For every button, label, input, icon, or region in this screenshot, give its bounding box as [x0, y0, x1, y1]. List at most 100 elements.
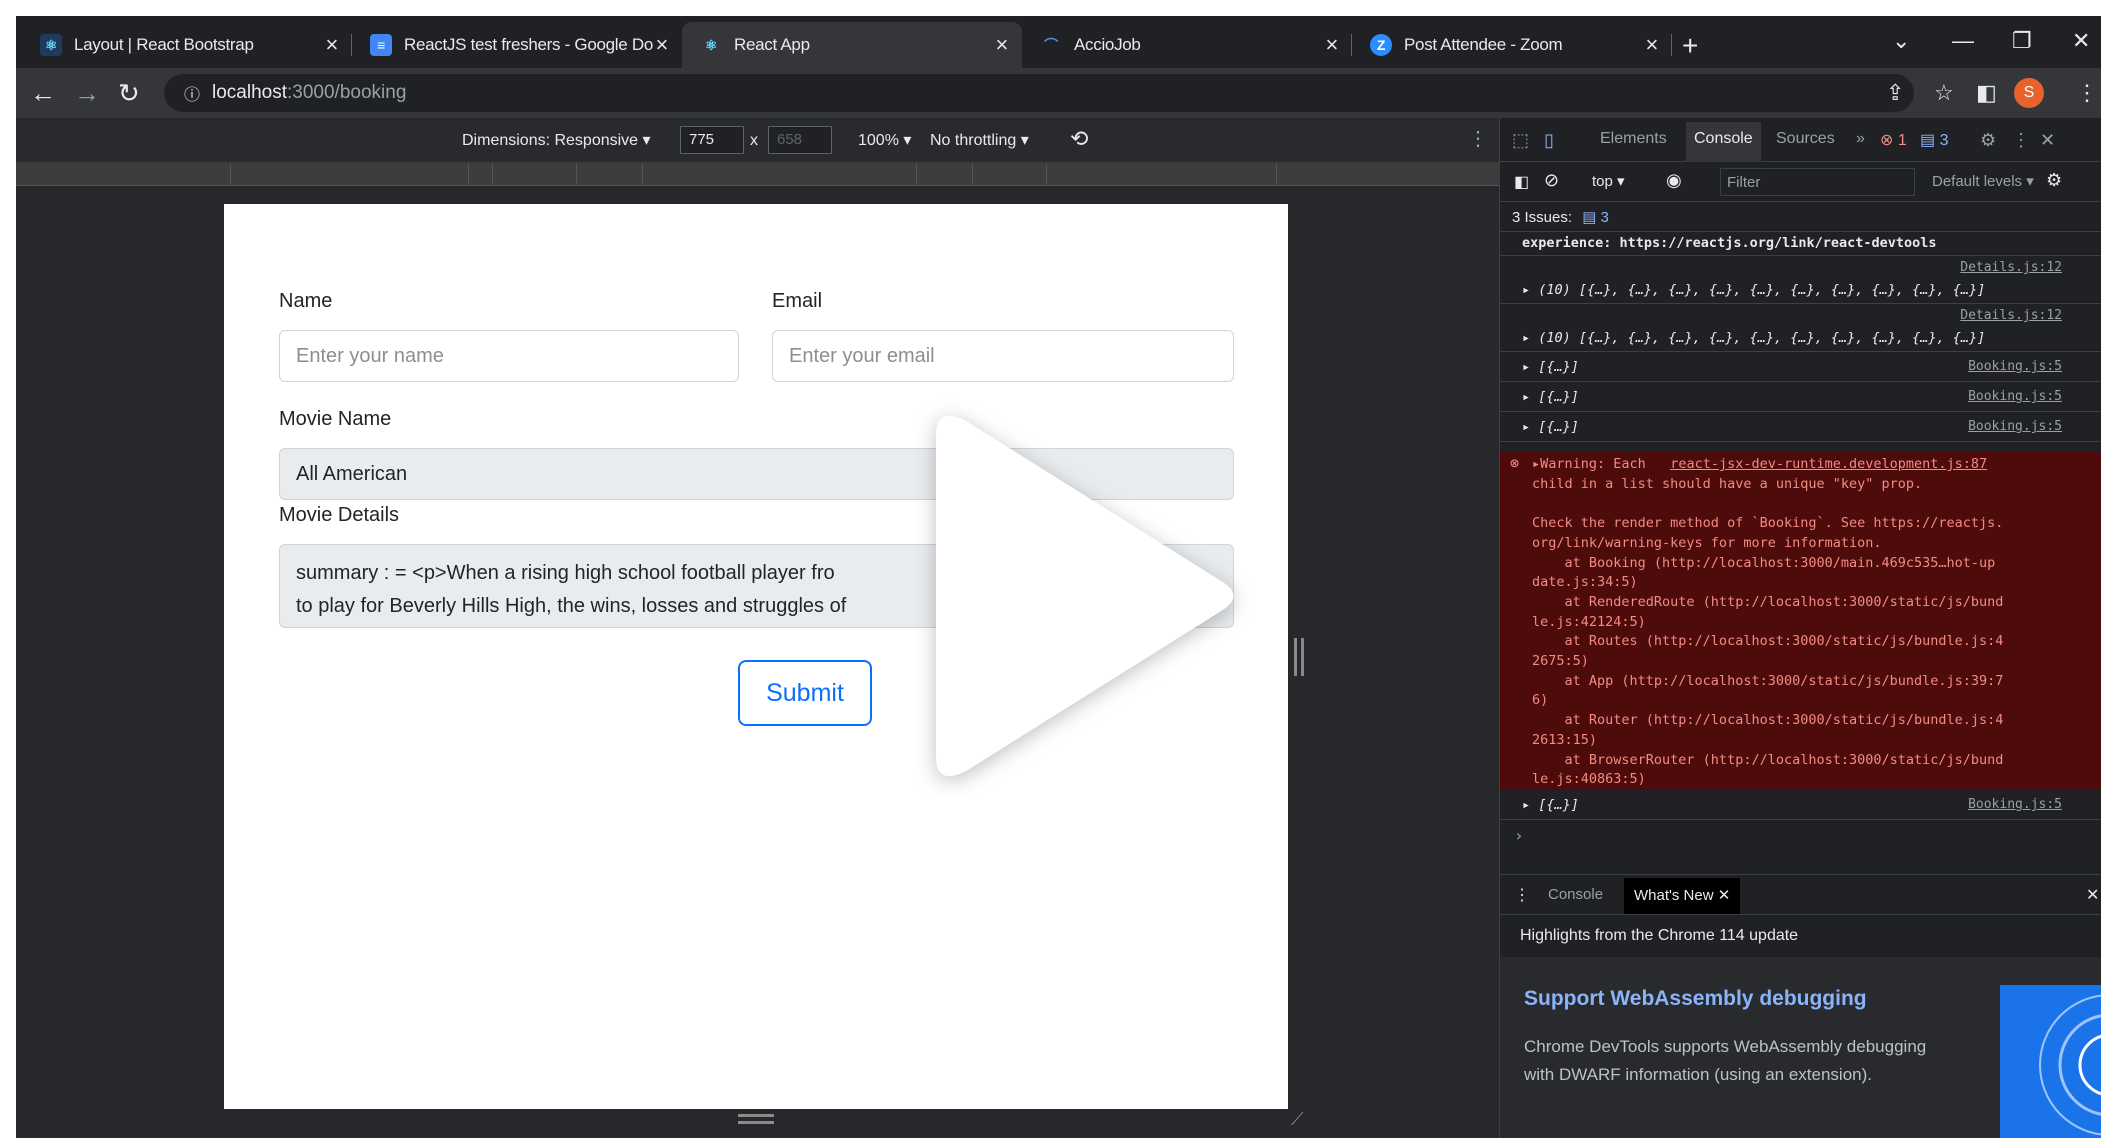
error-badge[interactable]: ⊗ 1	[1880, 130, 1907, 150]
close-drawer-icon[interactable]: ✕	[2086, 885, 2099, 905]
tab-search-icon[interactable]: ⌄	[1892, 28, 1910, 54]
back-icon[interactable]: ←	[30, 78, 56, 109]
profile-avatar[interactable]: S	[2014, 78, 2044, 108]
tab-console[interactable]: Console	[1686, 122, 1761, 162]
source-link[interactable]: Details.js:12	[1960, 260, 2062, 275]
issues-badge[interactable]: ▤ 3	[1582, 209, 1609, 226]
source-link[interactable]: react-jsx-dev-runtime.development.js:87	[1670, 456, 1987, 472]
console-prompt[interactable]: ›	[1514, 826, 1524, 845]
tab-react-bootstrap[interactable]: ⚛ Layout | React Bootstrap ×	[22, 22, 352, 68]
console-settings-icon[interactable]: ⚙	[2046, 170, 2062, 191]
close-tab-icon[interactable]: ✕	[1718, 887, 1731, 904]
close-window-icon[interactable]: ✕	[2072, 28, 2090, 54]
name-input[interactable]: Enter your name	[279, 330, 739, 382]
width-input[interactable]: 775	[680, 126, 744, 154]
side-panel-icon[interactable]: ◧	[1976, 80, 1997, 106]
eye-icon[interactable]: ◉	[1666, 170, 1682, 191]
bookmark-star-icon[interactable]: ☆	[1934, 80, 1954, 106]
whats-new-title[interactable]: Support WebAssembly debugging	[1524, 987, 1867, 1011]
tab-title: ReactJS test freshers - Google Do	[404, 35, 653, 54]
close-devtools-icon[interactable]: ✕	[2040, 130, 2055, 151]
source-link[interactable]: Details.js:12	[1960, 308, 2062, 323]
zoom-dropdown[interactable]: 100% ▾	[858, 130, 911, 150]
resize-handle-bottom[interactable]	[738, 1114, 774, 1124]
console-message[interactable]: Details.js:12 ▸ (10) [{…}, {…}, {…}, {…}…	[1500, 256, 2101, 304]
close-tab-icon[interactable]: ×	[655, 32, 668, 58]
source-link[interactable]: Booking.js:5	[1968, 419, 2062, 434]
info-icon[interactable]: ⓘ	[184, 81, 200, 105]
play-icon[interactable]	[896, 396, 1256, 796]
tab-react-app[interactable]: ⚛ React App ×	[682, 22, 1022, 68]
height-input[interactable]: 658	[768, 126, 832, 154]
close-tab-icon[interactable]: ×	[995, 32, 1008, 58]
warning-line: at BrowserRouter (http://localhost:3000/…	[1564, 751, 2004, 768]
highlights-heading: Highlights from the Chrome 114 update	[1520, 927, 1799, 944]
device-toggle-icon[interactable]: ▯	[1544, 130, 1554, 151]
browser-window: ⚛ Layout | React Bootstrap × ≡ ReactJS t…	[16, 16, 2101, 1138]
warning-line: Check the render method of `Booking`. Se…	[1532, 515, 2004, 532]
console-error-message[interactable]: ⊗ ▸Warning: Each react-jsx-dev-runtime.de…	[1500, 452, 2101, 790]
dimensions-dropdown[interactable]: Dimensions: Responsive ▾	[462, 130, 651, 150]
more-tabs-icon[interactable]: »	[1856, 130, 1865, 148]
filter-input[interactable]: Filter	[1720, 168, 1915, 196]
whats-new-body: Chrome DevTools supports WebAssembly deb…	[1524, 1037, 1927, 1084]
resize-handle-corner[interactable]: ⟋	[1291, 1109, 1311, 1129]
tab-title: AccioJob	[1074, 35, 1141, 54]
warning-line: date.js:34:5)	[1532, 574, 1638, 591]
submit-button[interactable]: Submit	[738, 660, 872, 726]
console-message[interactable]: Booking.js:5 ▸ [{…}]	[1500, 352, 2101, 382]
close-tab-icon[interactable]: ×	[1645, 32, 1658, 58]
drawer-tab-whats-new[interactable]: What's New ✕	[1624, 878, 1741, 914]
maximize-icon[interactable]: ❐	[2012, 28, 2032, 54]
tab-elements[interactable]: Elements	[1600, 130, 1667, 148]
forward-icon[interactable]: →	[74, 78, 100, 109]
context-dropdown[interactable]: top ▾	[1592, 172, 1625, 190]
new-tab-icon[interactable]: +	[1682, 30, 1698, 62]
url-path: :3000/booking	[287, 82, 407, 103]
source-link[interactable]: Booking.js:5	[1968, 359, 2062, 374]
console-text: ▸ (10) [{…}, {…}, {…}, {…}, {…}, {…}, {……	[1522, 330, 1986, 346]
issues-bar[interactable]: 3 Issues: ▤ 3	[1500, 202, 2101, 232]
tab-sources[interactable]: Sources	[1776, 130, 1835, 148]
warning-line: at RenderedRoute (http://localhost:3000/…	[1564, 593, 2004, 610]
levels-dropdown[interactable]: Default levels ▾	[1932, 172, 2034, 190]
menu-icon[interactable]: ⋮	[2076, 80, 2098, 106]
email-label: Email	[772, 290, 823, 312]
drawer-tab-console[interactable]: Console	[1548, 886, 1603, 903]
devtools-menu-icon[interactable]: ⋮	[2012, 130, 2030, 151]
throttling-dropdown[interactable]: No throttling ▾	[930, 130, 1029, 150]
warning-line: 2675:5)	[1532, 653, 1589, 670]
tab-google-docs[interactable]: ≡ ReactJS test freshers - Google Do ×	[352, 22, 682, 68]
minimize-icon[interactable]: —	[1952, 28, 1974, 54]
acciojob-icon: ⌒	[1044, 37, 1058, 53]
sidebar-toggle-icon[interactable]: ◧	[1514, 172, 1529, 192]
email-input[interactable]: Enter your email	[772, 330, 1234, 382]
console-message[interactable]: Booking.js:5 ▸ [{…}]	[1500, 382, 2101, 412]
rotate-icon[interactable]: ⟲	[1070, 126, 1088, 152]
close-tab-icon[interactable]: ×	[325, 32, 338, 58]
react-bootstrap-icon: ⚛	[40, 34, 62, 56]
address-bar[interactable]: ⓘ localhost:3000/booking	[164, 74, 1914, 112]
source-link[interactable]: Booking.js:5	[1968, 797, 2062, 812]
settings-gear-icon[interactable]: ⚙	[1980, 130, 1996, 151]
tab-zoom[interactable]: Z Post Attendee - Zoom ×	[1352, 22, 1672, 68]
close-tab-icon[interactable]: ×	[1325, 32, 1338, 58]
issue-badge[interactable]: ▤ 3	[1920, 130, 1948, 150]
console-message[interactable]: Booking.js:5 ▸ [{…}]	[1500, 412, 2101, 442]
inspect-icon[interactable]: ⬚	[1512, 130, 1529, 151]
tab-acciojob[interactable]: ⌒ AccioJob ×	[1022, 22, 1352, 68]
device-options-icon[interactable]: ⋮	[1468, 126, 1488, 151]
console-message[interactable]: Details.js:12 ▸ (10) [{…}, {…}, {…}, {…}…	[1500, 304, 2101, 352]
tab-title: React App	[734, 35, 810, 54]
drawer-menu-icon[interactable]: ⋮	[1514, 885, 1530, 905]
clear-console-icon[interactable]: ⊘	[1544, 170, 1559, 191]
console-message[interactable]: Booking.js:5 ▸ [{…}]	[1500, 790, 2101, 820]
source-link[interactable]: Booking.js:5	[1968, 389, 2062, 404]
resize-handle-right[interactable]	[1294, 638, 1304, 676]
issues-label: 3 Issues:	[1512, 209, 1573, 226]
share-icon[interactable]: ⇪	[1886, 80, 1904, 106]
reload-icon[interactable]: ↻	[118, 78, 140, 109]
movie-details-label: Movie Details	[279, 504, 400, 526]
media-query-bar[interactable]	[16, 162, 1499, 186]
warning-line: child in a list should have a unique "ke…	[1532, 475, 1923, 492]
